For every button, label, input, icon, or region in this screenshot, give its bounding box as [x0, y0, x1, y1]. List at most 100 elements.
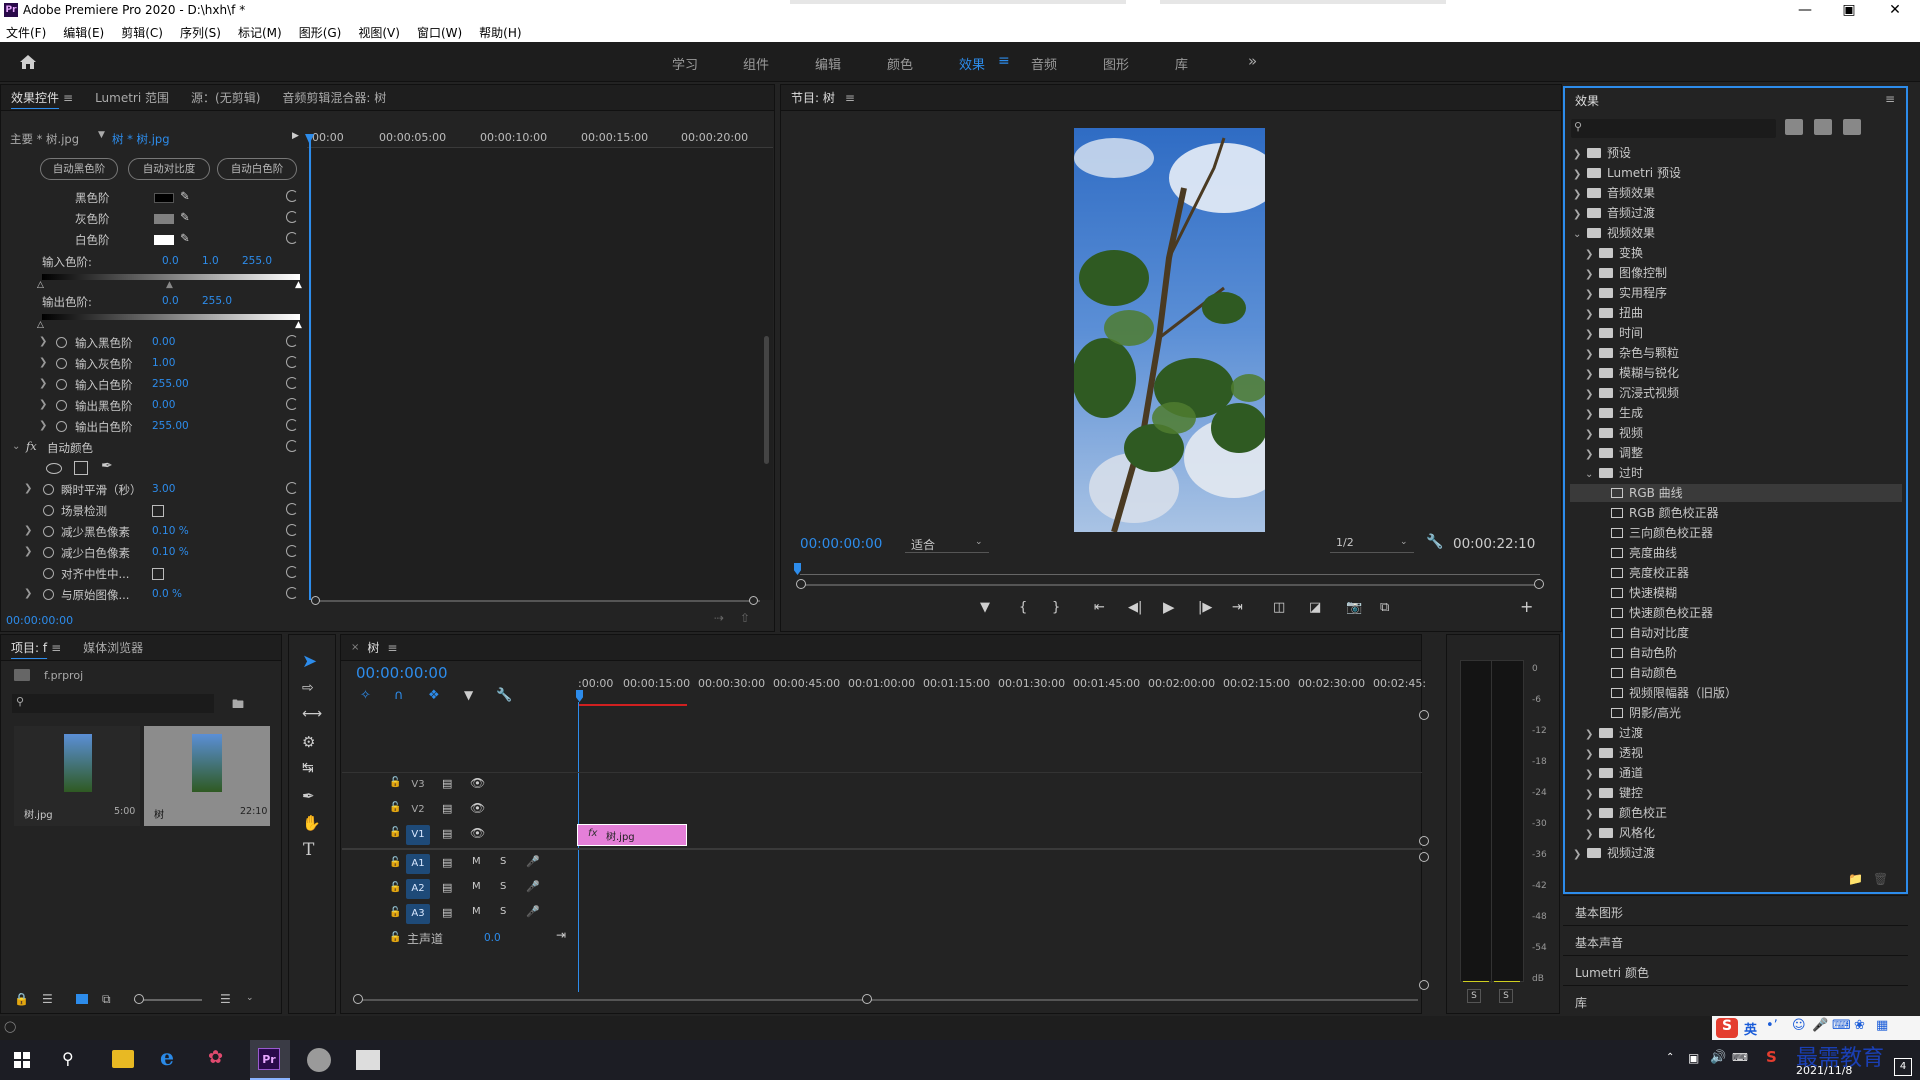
chevron-right-icon[interactable]: ❯ [1573, 169, 1583, 180]
sequence-clip-label[interactable]: 树 * 树.jpg [112, 131, 170, 147]
white-level-swatch[interactable] [154, 235, 174, 245]
chevron-right-icon[interactable]: ❯ [1573, 189, 1583, 200]
mark-in-icon[interactable]: { [1019, 600, 1027, 615]
chevron-right-icon[interactable]: ❯ [1585, 369, 1595, 380]
edge-browser-icon[interactable]: e [160, 1045, 174, 1071]
effect-folder[interactable]: ❯ 模糊与锐化 [1585, 364, 1679, 382]
chevron-right-icon[interactable]: ❯ [39, 378, 47, 389]
effect-item[interactable]: 三向颜色校正器 [1597, 524, 1713, 542]
lock-icon[interactable]: 🔓 [389, 932, 401, 943]
scene-detect-checkbox[interactable] [152, 505, 164, 517]
linked-selection-icon[interactable]: ❖ [428, 688, 440, 703]
zoom-handle-left[interactable] [311, 596, 320, 605]
mute-button[interactable]: M [472, 856, 481, 867]
effect-folder[interactable]: ❯ Lumetri 预设 [1573, 164, 1681, 182]
add-marker-icon[interactable]: ▼ [464, 688, 473, 702]
project-item-image[interactable]: 树.jpg 5:00 [14, 726, 140, 826]
gray-level-swatch[interactable] [154, 214, 174, 224]
workspace-tab-effects[interactable]: 效果 [959, 54, 985, 73]
slip-tool-icon[interactable]: ↹ [302, 760, 314, 776]
reset-icon[interactable] [286, 377, 298, 389]
timeline-clip[interactable]: fx 树.jpg [577, 824, 687, 846]
track-v3[interactable]: V3 [406, 775, 430, 795]
menu-help[interactable]: 帮助(H) [479, 24, 521, 41]
go-to-out-icon[interactable]: ⇥ [1232, 600, 1243, 615]
solo-button[interactable]: S [500, 856, 506, 867]
chevron-right-icon[interactable]: ❯ [24, 483, 32, 494]
wrench-icon[interactable]: 🔧 [1426, 534, 1443, 550]
ec-playhead[interactable] [309, 134, 311, 600]
reset-icon[interactable] [286, 419, 298, 431]
effect-folder[interactable]: ❯ 音频效果 [1573, 184, 1655, 202]
effect-folder[interactable]: ❯ 时间 [1585, 324, 1643, 342]
effect-item[interactable]: 亮度校正器 [1597, 564, 1689, 582]
effects-search-input[interactable]: ⚲ [1571, 119, 1776, 138]
input-levels-value[interactable]: 0.0 [162, 255, 179, 267]
stopwatch-icon[interactable] [56, 400, 67, 411]
panel-menu-icon[interactable]: ≡ [1885, 92, 1895, 106]
lock-icon[interactable]: 🔒 [14, 992, 29, 1006]
effect-folder[interactable]: ❯ 杂色与颗粒 [1585, 344, 1679, 362]
slider-handle-icon[interactable]: ▲ [295, 280, 302, 290]
slider-handle-icon[interactable]: ▲ [295, 320, 302, 330]
effect-folder[interactable]: ❯ 视频 [1585, 424, 1643, 442]
slider-handle-icon[interactable]: △ [37, 280, 44, 290]
chevron-right-icon[interactable]: ❯ [1585, 269, 1595, 280]
ime-grid-icon[interactable]: ▦ [1876, 1018, 1888, 1033]
tab-effect-controls[interactable]: 效果控件 [11, 89, 59, 106]
effect-folder[interactable]: ❯ 调整 [1585, 444, 1643, 462]
effect-item[interactable]: 快速颜色校正器 [1597, 604, 1713, 622]
chevron-right-icon[interactable]: ❯ [1585, 729, 1595, 740]
reset-icon[interactable] [286, 587, 298, 599]
volume-icon[interactable]: 🔊 [1710, 1050, 1726, 1065]
program-time-ruler[interactable] [800, 574, 1540, 575]
effect-item[interactable]: 亮度曲线 [1597, 544, 1677, 562]
menu-view[interactable]: 视图(V) [358, 24, 400, 41]
chevron-down-icon[interactable]: ⌄ [246, 993, 254, 1003]
solo-right-button[interactable]: S [1499, 989, 1513, 1003]
home-icon[interactable] [18, 52, 38, 72]
reset-icon[interactable] [286, 566, 298, 578]
icon-view-icon[interactable] [76, 994, 88, 1004]
chevron-right-icon[interactable]: ❯ [1585, 309, 1595, 320]
effect-folder[interactable]: ❯ 变换 [1585, 244, 1643, 262]
ec-timecode[interactable]: 00:00:00:00 [6, 614, 73, 627]
scroll-handle[interactable] [1419, 836, 1429, 846]
ime-mode[interactable]: 英 [1744, 1019, 1757, 1038]
solo-button[interactable]: S [500, 906, 506, 917]
mute-button[interactable]: M [472, 881, 481, 892]
chevron-down-icon[interactable]: ⌄ [12, 441, 20, 452]
tab-sequence[interactable]: 树 [367, 639, 379, 656]
ec-keyframe-area[interactable] [312, 148, 773, 600]
new-bin-icon[interactable]: 📁 [1848, 872, 1863, 886]
param-value[interactable]: 0.10 % [152, 546, 189, 558]
reset-icon[interactable] [286, 440, 298, 452]
ec-scrollbar[interactable] [764, 336, 769, 464]
chevron-right-icon[interactable]: ❯ [1573, 149, 1583, 160]
program-timecode[interactable]: 00:00:00:00 [800, 536, 882, 552]
eye-icon[interactable]: 👁 [470, 776, 485, 790]
extract-icon[interactable]: ◪ [1309, 600, 1321, 615]
effect-item[interactable]: 自动色阶 [1597, 644, 1677, 662]
track-a1[interactable]: A1 [406, 854, 430, 874]
param-value[interactable]: 0.00 [152, 399, 175, 411]
lock-icon[interactable]: 🔓 [389, 827, 401, 838]
resolution-dropdown[interactable]: 1/2 ⌄ [1330, 533, 1414, 553]
reset-icon[interactable] [286, 398, 298, 410]
fx-badge-icon[interactable]: fx [26, 439, 37, 453]
eyedropper-icon[interactable]: ✎ [180, 210, 190, 224]
app-icon[interactable]: ✿ [208, 1047, 223, 1068]
workspace-tab-assembly[interactable]: 组件 [743, 54, 769, 73]
param-value[interactable]: 255.00 [152, 378, 189, 390]
effect-item[interactable]: RGB 颜色校正器 [1597, 504, 1719, 522]
effect-folder[interactable]: ❯ 视频过渡 [1573, 844, 1655, 862]
output-levels-value[interactable]: 255.0 [202, 295, 232, 307]
file-explorer-icon[interactable] [112, 1050, 134, 1068]
fit-dropdown[interactable]: 适合 ⌄ [905, 533, 989, 553]
essential-sound-panel[interactable]: 基本声音 [1563, 925, 1908, 955]
mic-icon[interactable]: 🎤 [526, 880, 540, 893]
scroll-handle[interactable] [1419, 980, 1429, 990]
master-volume-value[interactable]: 0.0 [484, 932, 501, 944]
minimize-button[interactable]: — [1782, 0, 1828, 22]
zoom-handle-left[interactable] [796, 579, 806, 589]
